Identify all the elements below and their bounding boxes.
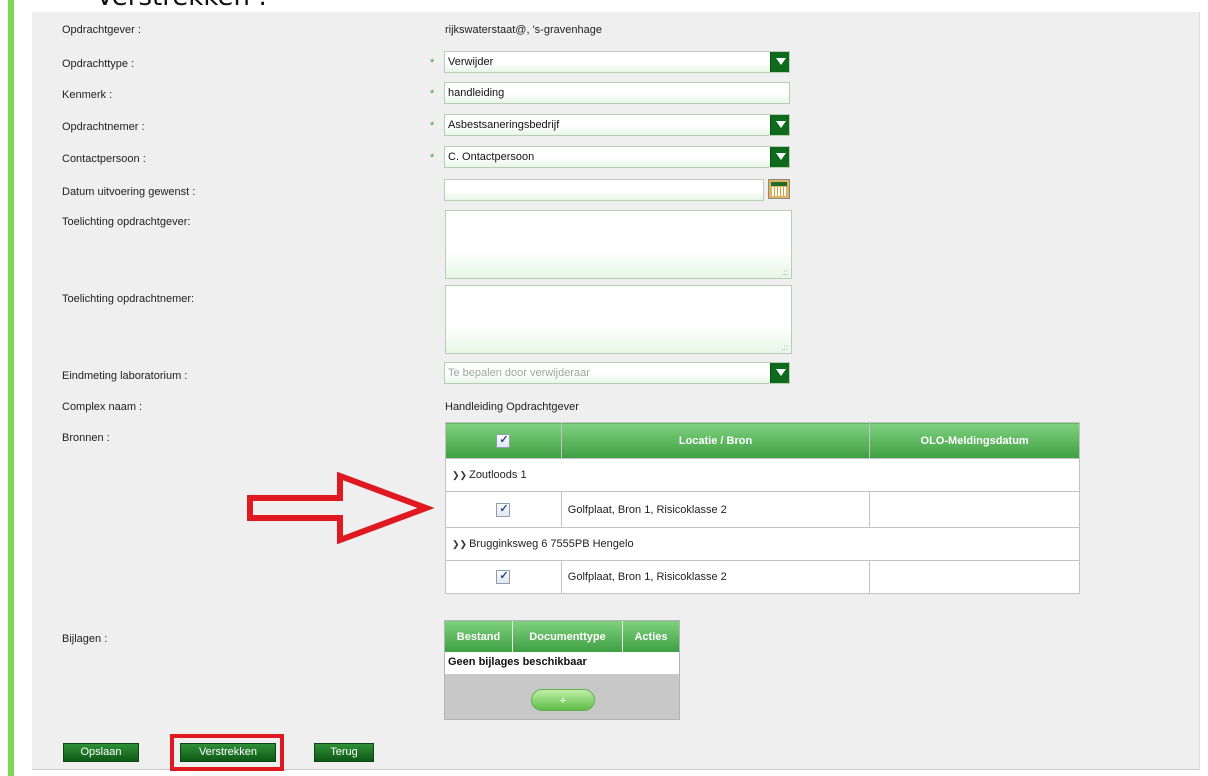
contactpersoon-label: Contactpersoon : [62,153,146,165]
required-marker: * [430,57,435,69]
locatie-cell: Golfplaat, Bron 1, Risicoklasse 2 [560,491,871,528]
opdrachtnemer-label: Opdrachtnemer : [62,121,145,133]
row-checkbox-cell [445,491,562,528]
acties-header[interactable]: Acties [623,621,679,652]
opdrachttype-selected-value: Verwijder [448,56,494,68]
required-marker: * [430,88,435,100]
opdrachtgever-label: Opdrachtgever : [62,24,141,36]
olo-cell [869,491,1080,528]
annotation-arrow-icon [247,472,434,544]
bijlagen-table: Bestand Documenttype Acties Geen bijlage… [444,620,680,720]
group-name: Brugginksweg 6 7555PB Hengelo [469,538,634,550]
complex-naam-label: Complex naam : [62,401,143,413]
contactpersoon-select[interactable]: C. Ontactpersoon [444,146,790,168]
opdrachttype-label: Opdrachttype : [62,58,135,70]
table-row[interactable]: Golfplaat, Bron 1, Risicoklasse 2 [445,491,1080,528]
opdrachtnemer-selected-value: Asbestsaneringsbedrijf [448,119,560,131]
complex-naam-value: Handleiding Opdrachtgever [445,401,579,413]
row-checkbox[interactable] [496,569,511,584]
chevron-down-icon[interactable] [770,52,789,72]
bestand-header[interactable]: Bestand [445,621,513,652]
section-title: Verstrekken : [96,0,267,12]
group-header[interactable]: ❯❯ Zoutloods 1 [445,458,1080,492]
eindmeting-select[interactable]: Te bepalen door verwijderaar [444,362,790,384]
add-bijlage-button[interactable]: + [531,689,595,711]
locatie-bron-header[interactable]: Locatie / Bron [560,422,871,459]
bijlagen-label: Bijlagen : [62,633,108,645]
bijlagen-empty-message: Geen bijlages beschikbaar [445,652,679,674]
required-marker: * [430,120,435,132]
left-accent-stripe [8,0,14,776]
datum-input[interactable] [444,179,764,201]
documenttype-header[interactable]: Documenttype [513,621,623,652]
group-name: Zoutloods 1 [469,469,527,481]
table-row[interactable]: Golfplaat, Bron 1, Risicoklasse 2 [445,560,1080,594]
opdrachttype-select[interactable]: Verwijder [444,51,790,73]
terug-button[interactable]: Terug [314,743,374,762]
toelichting-opdrachtgever-textarea[interactable]: .:: [445,210,792,279]
kenmerk-input[interactable]: handleiding [444,82,790,104]
bronnen-label: Bronnen : [62,432,110,444]
double-chevron-down-icon[interactable]: ❯❯ [452,470,467,480]
group-header[interactable]: ❯❯ Brugginksweg 6 7555PB Hengelo [445,527,1080,561]
row-checkbox[interactable] [496,502,511,517]
bronnen-table: Locatie / Bron OLO-Meldingsdatum ❯❯Zoutl… [445,422,1080,594]
double-chevron-down-icon[interactable]: ❯❯ [452,539,467,549]
opslaan-button[interactable]: Opslaan [63,743,139,762]
row-checkbox-cell [445,560,562,594]
locatie-cell: Golfplaat, Bron 1, Risicoklasse 2 [560,560,871,594]
select-all-checkbox[interactable] [496,433,511,448]
eindmeting-label: Eindmeting laboratorium : [62,370,188,382]
calendar-icon[interactable] [768,179,790,199]
required-marker: * [430,152,435,164]
olo-meldingsdatum-header[interactable]: OLO-Meldingsdatum [869,422,1080,459]
chevron-down-icon[interactable] [770,147,789,167]
table-header-row: Locatie / Bron OLO-Meldingsdatum [445,422,1080,459]
table-group-row[interactable]: ❯❯ Brugginksweg 6 7555PB Hengelo [445,527,1080,561]
verstrekken-highlight-box [170,734,284,771]
opdrachtgever-value: rijkswaterstaat@, 's-gravenhage [445,24,602,36]
kenmerk-label: Kenmerk : [62,89,113,101]
datum-label: Datum uitvoering gewenst : [62,186,196,198]
opdrachtnemer-select[interactable]: Asbestsaneringsbedrijf [444,114,790,136]
table-group-row[interactable]: ❯❯ Zoutloods 1 [445,458,1080,492]
toelichting-opdrachtnemer-textarea[interactable]: .:: [445,285,792,354]
resize-grip-icon[interactable]: .:: [781,268,788,277]
resize-grip-icon[interactable]: .:: [781,343,788,352]
toelichting-opdrachtgever-label: Toelichting opdrachtgever: [62,216,191,228]
toelichting-opdrachtnemer-label: Toelichting opdrachtnemer: [62,293,195,305]
contactpersoon-selected-value: C. Ontactpersoon [448,151,535,163]
olo-cell [869,560,1080,594]
bijlagen-header-row: Bestand Documenttype Acties [445,621,679,652]
chevron-down-icon[interactable] [770,115,789,135]
chevron-down-icon[interactable] [770,363,789,383]
eindmeting-placeholder: Te bepalen door verwijderaar [448,367,590,379]
select-all-header [445,422,562,459]
